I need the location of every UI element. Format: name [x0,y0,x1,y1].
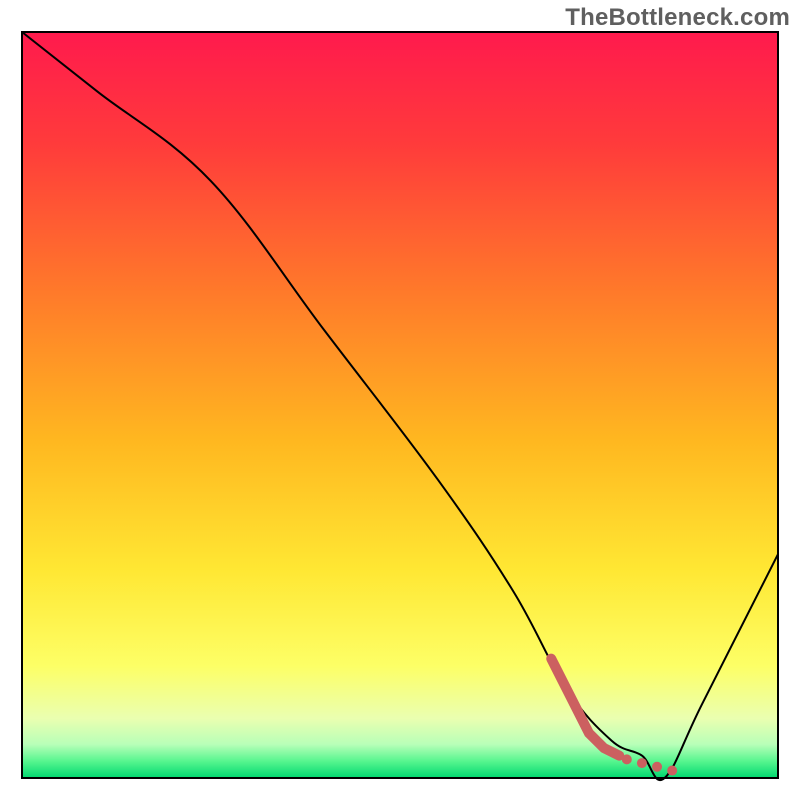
plot-background [22,32,778,778]
bottleneck-chart [0,0,800,800]
accent-dot [637,758,647,768]
accent-dot [652,762,662,772]
accent-dot [622,754,632,764]
accent-dot [667,766,677,776]
chart-root: TheBottleneck.com [0,0,800,800]
